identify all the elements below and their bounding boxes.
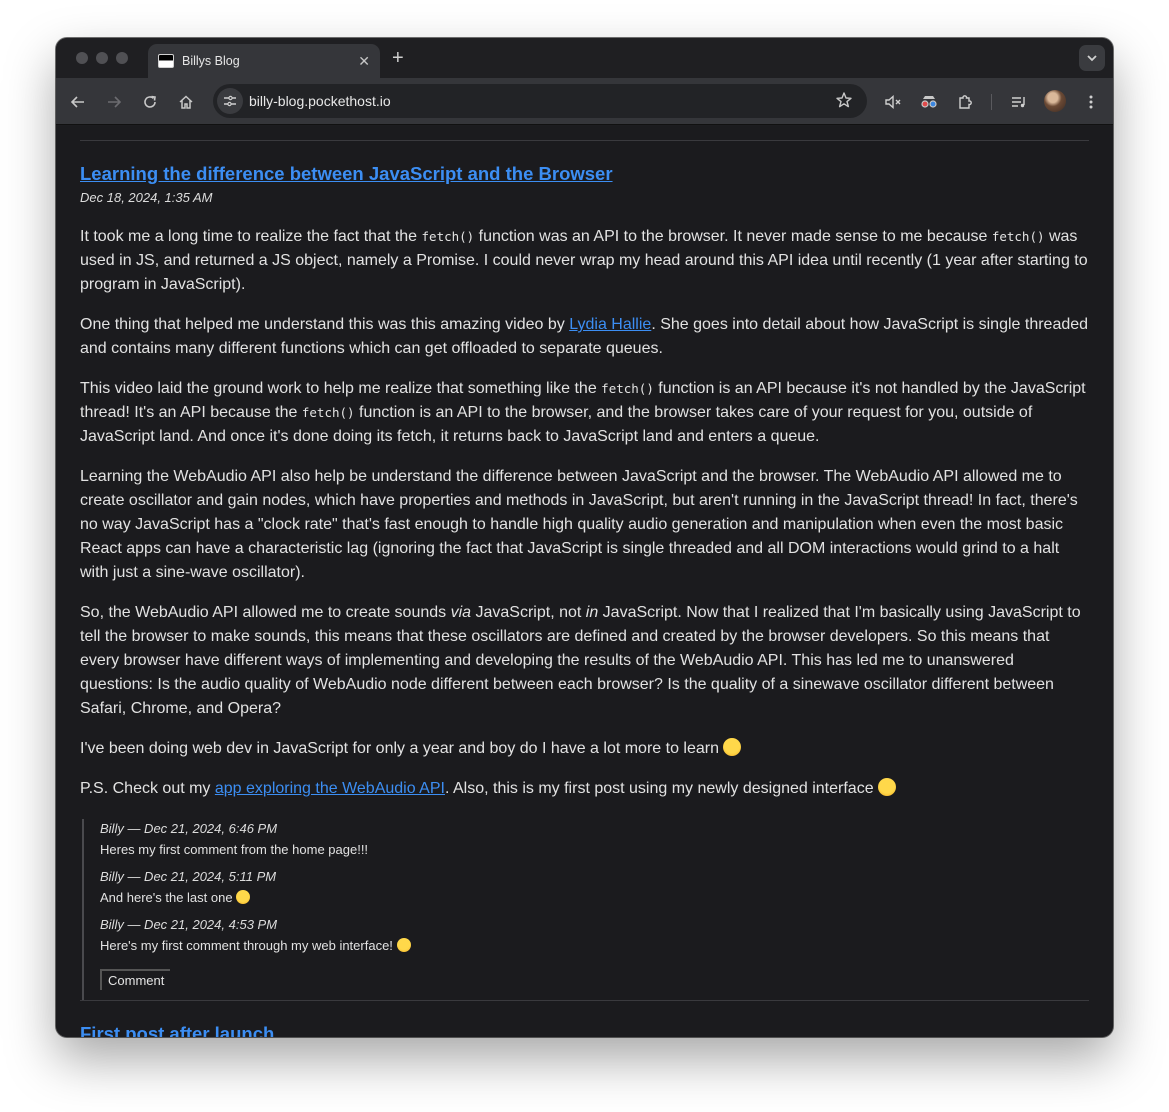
comment: Billy — Dec 21, 2024, 5:11 PM And here's… <box>100 869 1089 905</box>
window-controls <box>76 52 128 64</box>
text: So, the WebAudio API allowed me to creat… <box>80 604 451 621</box>
text: . Also, this is my first post using my n… <box>444 780 874 797</box>
extensions-button[interactable] <box>954 91 976 113</box>
tune-icon <box>224 95 236 107</box>
text: P.S. Check out my <box>80 780 215 797</box>
post-divider <box>80 1000 1089 1001</box>
comment: Billy — Dec 21, 2024, 4:53 PM Here's my … <box>100 917 1089 953</box>
home-button[interactable] <box>175 91 197 113</box>
post-paragraph: This video laid the ground work to help … <box>80 377 1089 449</box>
arrow-right-icon <box>108 96 122 108</box>
text: It took me a long time to realize the fa… <box>80 228 422 245</box>
home-icon <box>179 95 193 109</box>
profile-avatar[interactable] <box>1044 90 1066 112</box>
glasses-icon <box>921 96 937 108</box>
post-title-link[interactable]: Learning the difference between JavaScri… <box>80 163 1089 185</box>
emphasis: in <box>585 604 599 621</box>
site-info-button[interactable] <box>217 88 243 114</box>
tired-face-emoji-icon <box>723 738 742 756</box>
arrow-left-icon <box>70 96 84 108</box>
blog-post: Learning the difference between JavaScri… <box>80 163 1089 1000</box>
inline-code: fetch() <box>421 229 475 244</box>
emphasis: via <box>450 604 472 621</box>
lydia-hallie-link[interactable]: Lydia Hallie <box>569 316 651 333</box>
comment-meta: Billy — Dec 21, 2024, 6:46 PM <box>100 821 278 836</box>
post-paragraph: I've been doing web dev in JavaScript fo… <box>80 737 1089 761</box>
browser-window: Billys Blog ✕ + billy-blog.pockethost.io <box>56 38 1113 1037</box>
close-window-button[interactable] <box>76 52 88 64</box>
post-divider <box>80 140 1089 141</box>
post-paragraph: Learning the WebAudio API also help be u… <box>80 468 1078 581</box>
site-favicon-icon <box>158 54 174 68</box>
toolbar-separator <box>991 94 992 110</box>
tab-title: Billys Blog <box>182 54 240 68</box>
mute-tab-button[interactable] <box>882 91 904 113</box>
speaker-muted-icon <box>885 94 901 110</box>
url-text: billy-blog.pockethost.io <box>249 93 391 109</box>
comment-button[interactable]: Comment <box>100 969 171 990</box>
minimize-window-button[interactable] <box>96 52 108 64</box>
page-content: Learning the difference between JavaScri… <box>56 126 1113 1037</box>
tab-close-icon[interactable]: ✕ <box>358 52 370 70</box>
blog-feed: Learning the difference between JavaScri… <box>80 140 1089 1037</box>
post-date: Dec 18, 2024, 1:35 AM <box>80 190 213 205</box>
address-bar[interactable]: billy-blog.pockethost.io <box>213 84 867 118</box>
comments-section: Billy — Dec 21, 2024, 6:46 PM Heres my f… <box>82 819 1089 1000</box>
media-controls-button[interactable] <box>1008 91 1030 113</box>
new-tab-button[interactable]: + <box>392 47 404 69</box>
inline-code: fetch() <box>301 405 355 420</box>
text: I've been doing web dev in JavaScript fo… <box>80 740 719 757</box>
comment-body: Heres my first comment from the home pag… <box>100 842 369 857</box>
post-paragraph: One thing that helped me understand this… <box>80 313 1089 361</box>
webaudio-app-link[interactable]: app exploring the WebAudio API <box>215 780 445 797</box>
inline-code: fetch() <box>991 229 1045 244</box>
post-paragraph: It took me a long time to realize the fa… <box>80 225 1089 297</box>
post-paragraph: So, the WebAudio API allowed me to creat… <box>80 601 1089 721</box>
text: Here's my first comment through my web i… <box>100 938 393 953</box>
text: This video laid the ground work to help … <box>80 380 602 397</box>
smiling-face-emoji-icon <box>878 778 897 796</box>
reload-icon <box>144 95 156 108</box>
post-title-link[interactable]: First post after launch <box>80 1023 1089 1037</box>
browser-toolbar: billy-blog.pockethost.io <box>56 78 1113 125</box>
text: function was an API to the browser. It n… <box>474 228 992 245</box>
comment: Billy — Dec 21, 2024, 6:46 PM Heres my f… <box>100 821 1089 857</box>
puzzle-icon <box>959 95 972 109</box>
comment-body: Here's my first comment through my web i… <box>100 938 1089 953</box>
comment-meta: Billy — Dec 21, 2024, 4:53 PM <box>100 917 278 932</box>
forward-button[interactable] <box>103 91 125 113</box>
post-paragraph: P.S. Check out my app exploring the WebA… <box>80 777 1089 801</box>
smiling-face-emoji-icon <box>396 938 411 952</box>
queue-music-icon <box>1012 97 1025 108</box>
more-vertical-icon <box>1089 95 1093 109</box>
tab-search-button[interactable] <box>1079 45 1105 71</box>
incognito-extension-button[interactable] <box>918 91 940 113</box>
grinning-face-emoji-icon <box>236 890 251 904</box>
inline-code: fetch() <box>601 381 654 396</box>
text: One thing that helped me understand this… <box>80 316 570 333</box>
reload-button[interactable] <box>139 91 161 113</box>
bookmark-button[interactable] <box>835 91 853 114</box>
comment-body: And here's the last one <box>100 890 1089 905</box>
comment-meta: Billy — Dec 21, 2024, 5:11 PM <box>100 869 277 884</box>
star-icon <box>836 92 852 108</box>
browser-menu-button[interactable] <box>1080 91 1102 113</box>
tab-strip: Billys Blog ✕ + <box>56 38 1113 78</box>
text: JavaScript, not <box>471 604 586 621</box>
tab-billys-blog[interactable]: Billys Blog ✕ <box>148 44 380 78</box>
chevron-down-icon <box>1087 55 1097 62</box>
zoom-window-button[interactable] <box>116 52 128 64</box>
back-button[interactable] <box>67 91 89 113</box>
text: And here's the last one <box>100 890 233 905</box>
